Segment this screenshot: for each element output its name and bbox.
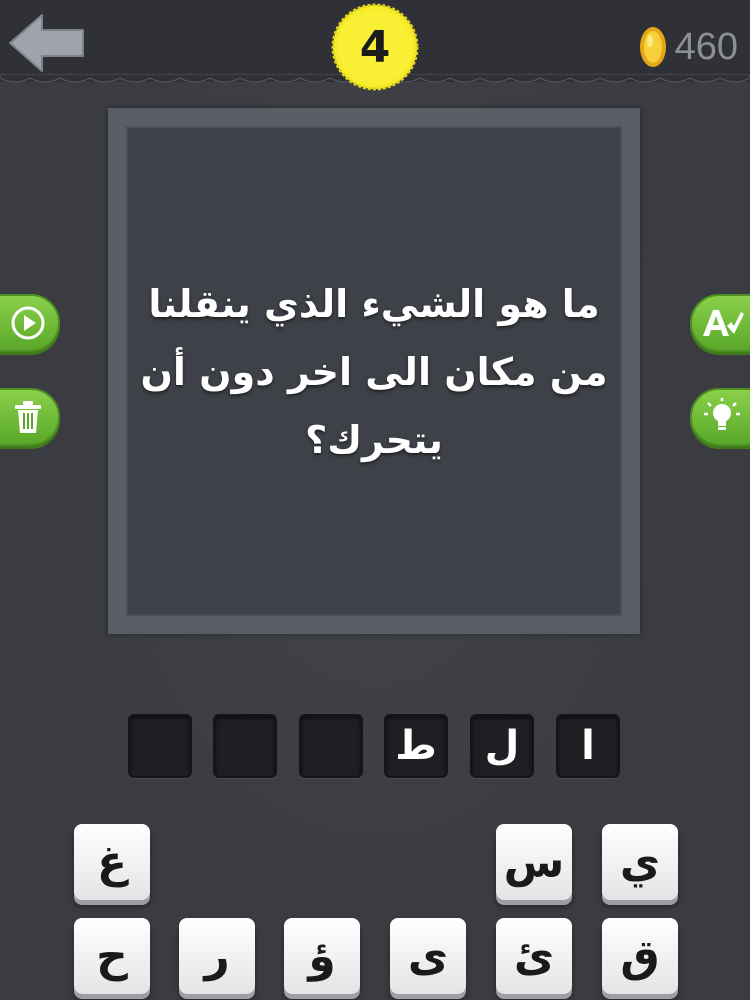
trash-icon (15, 401, 41, 433)
coin-icon (639, 27, 666, 67)
letter-tile[interactable]: ح (74, 918, 150, 994)
level-badge: 4 (330, 2, 420, 92)
letter-tile[interactable]: غ (74, 824, 150, 900)
play-icon (11, 306, 45, 340)
back-button[interactable] (8, 12, 86, 74)
level-number: 4 (359, 21, 391, 73)
answer-slot[interactable] (213, 714, 277, 778)
coin-count: 460 (674, 25, 738, 68)
letter-tile[interactable]: ق (602, 918, 678, 994)
reveal-letter-button[interactable] (690, 294, 750, 352)
back-arrow-icon (9, 14, 84, 72)
answer-slot[interactable] (128, 714, 192, 778)
letter-tile[interactable]: ي (602, 824, 678, 900)
answer-slot[interactable]: ل (470, 714, 534, 778)
letter-tile[interactable]: ئ (496, 918, 572, 994)
letter-tile[interactable]: ؤ (284, 918, 360, 994)
question-text: ما هو الشيء الذي ينقلنا من مكان الى اخر … (140, 282, 608, 462)
answer-slot[interactable]: ا (556, 714, 620, 778)
hint-button[interactable] (690, 388, 750, 446)
lightbulb-icon (704, 398, 740, 430)
letter-tile[interactable]: ى (390, 918, 466, 994)
coins-counter: 460 (639, 22, 738, 72)
answer-slot[interactable]: ط (384, 714, 448, 778)
answer-slot[interactable] (299, 714, 363, 778)
letter-tile[interactable]: س (496, 824, 572, 900)
remove-letters-button[interactable] (0, 388, 60, 446)
play-button[interactable] (0, 294, 60, 352)
letter-tile[interactable]: ر (179, 918, 255, 994)
letter-a-check-icon (703, 310, 744, 336)
